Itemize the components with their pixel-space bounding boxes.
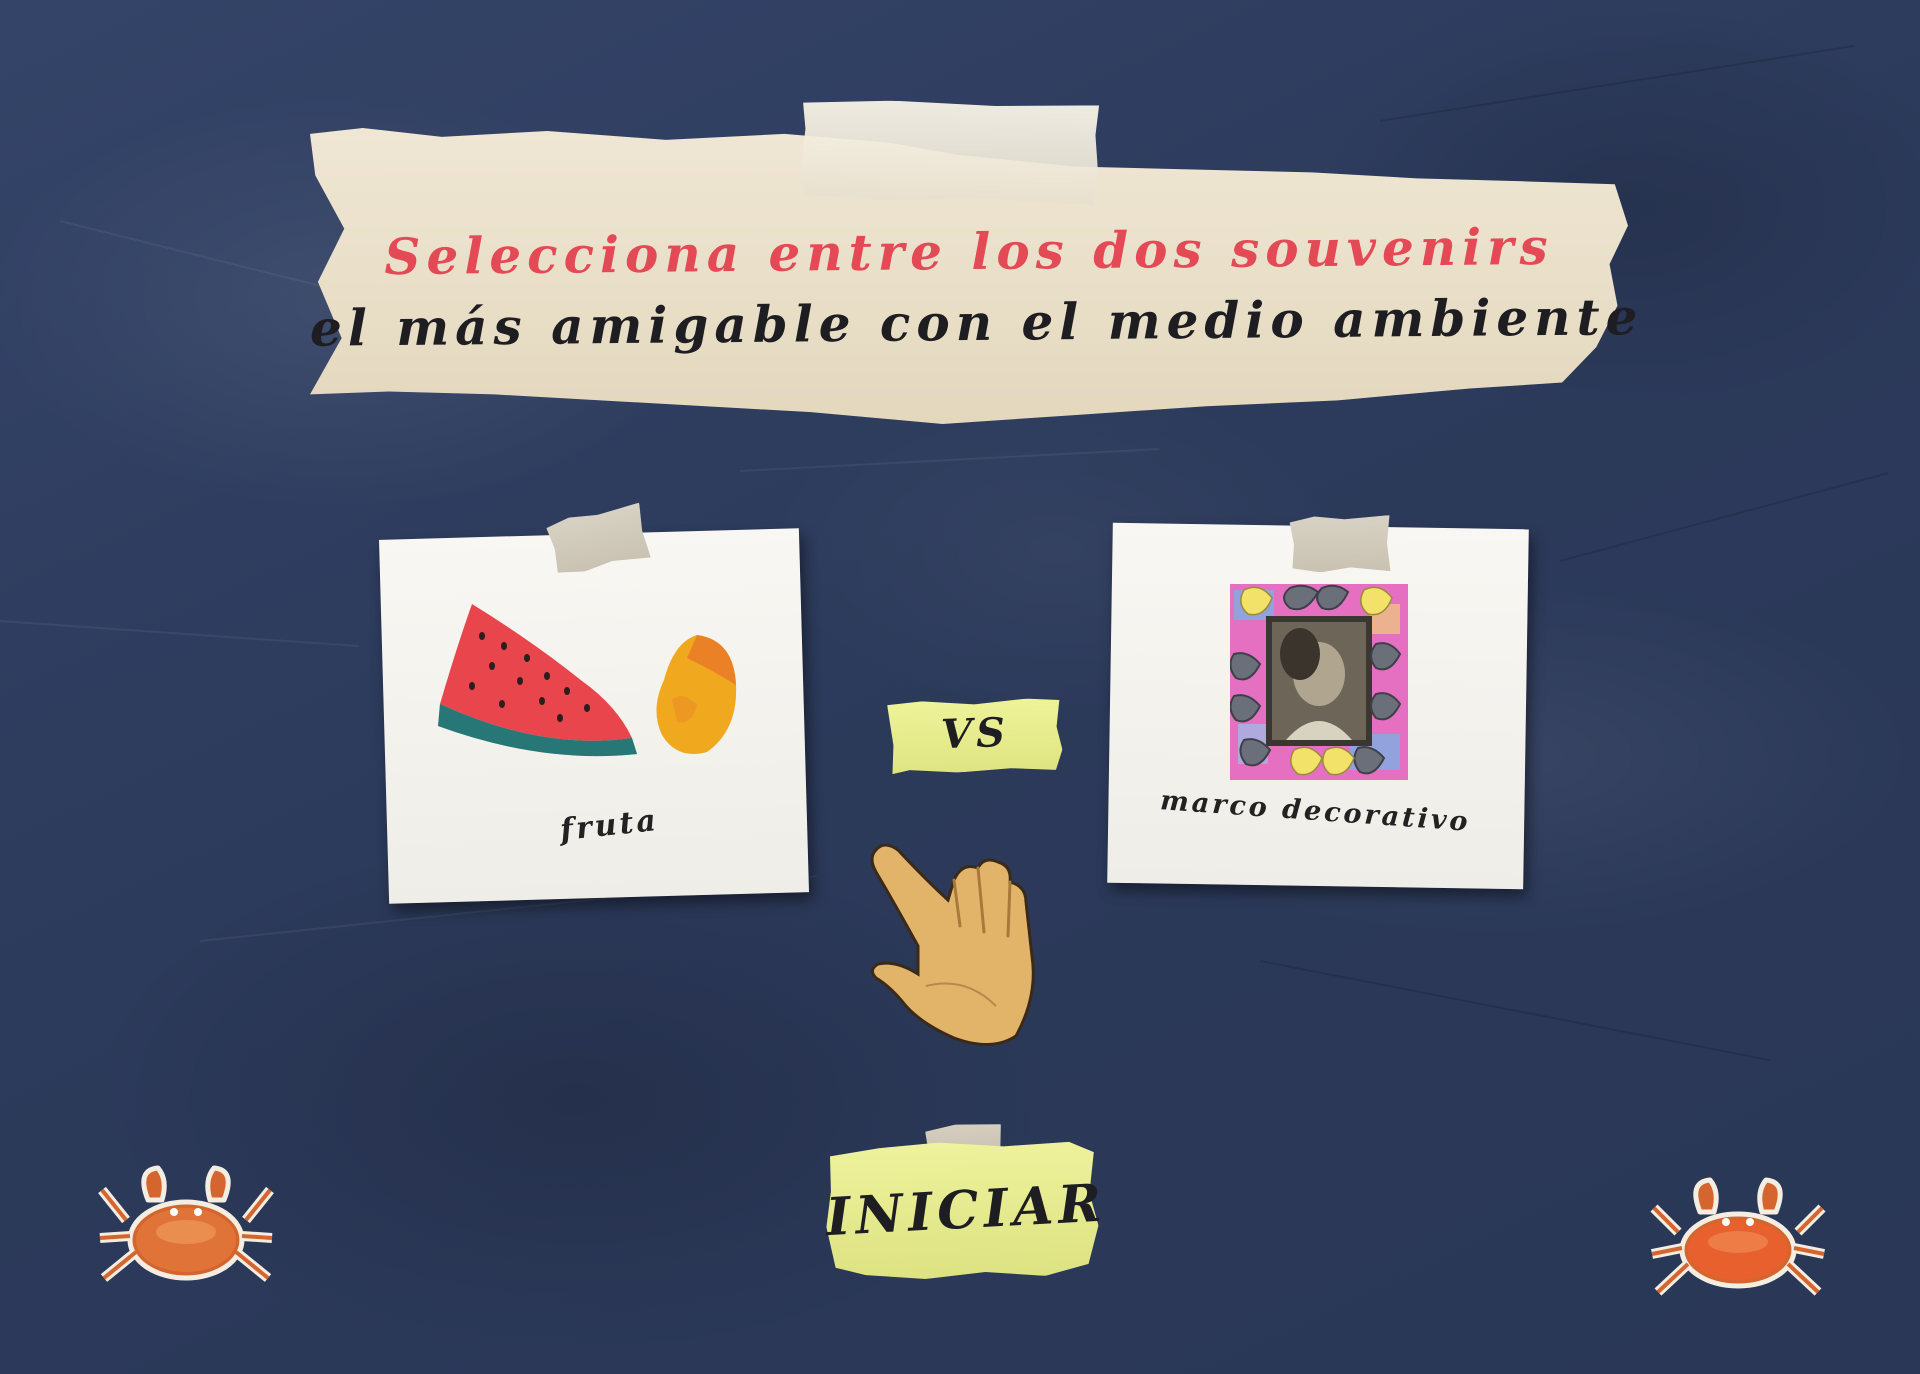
mango-icon (656, 635, 737, 754)
vs-label: VS (940, 708, 1010, 759)
paper-crease (1379, 44, 1855, 122)
paper-crease (1259, 960, 1771, 1062)
title-line-1: Selecciona entre los dos souvenirs (384, 216, 1554, 287)
frame-icon (1230, 584, 1408, 780)
paper-crease (739, 448, 1160, 472)
crab-icon (98, 1165, 274, 1282)
start-button[interactable] (824, 1138, 1099, 1281)
paper-crease (0, 620, 360, 648)
card-tape (1290, 515, 1391, 573)
title-line-2: el más amigable con el medio ambiente (309, 287, 1644, 358)
crab-icon (1650, 1177, 1826, 1296)
hand-pointer-icon (870, 843, 1035, 1047)
paper-crease (1559, 472, 1889, 562)
title-tape (801, 99, 1099, 206)
